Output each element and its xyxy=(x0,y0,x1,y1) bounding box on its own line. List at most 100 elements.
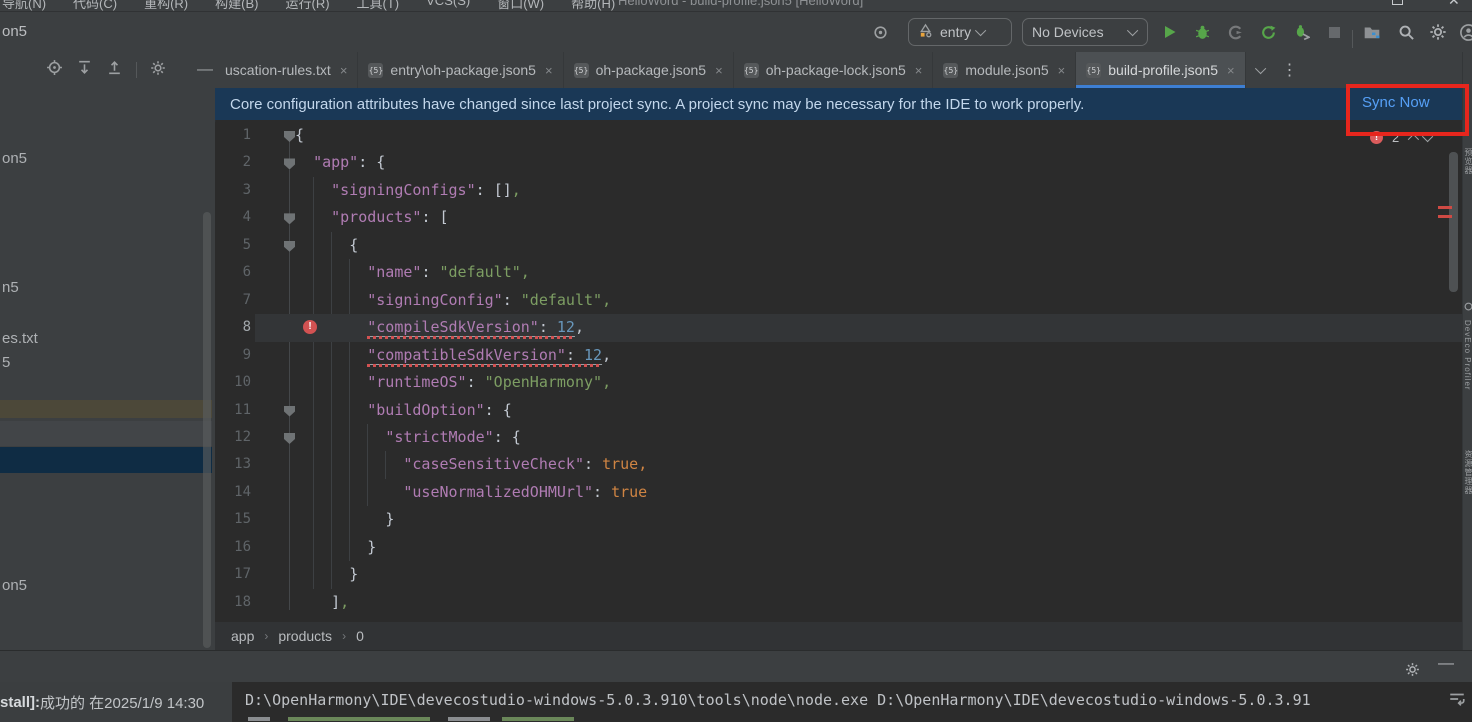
tab-close-icon[interactable]: × xyxy=(915,63,923,78)
code-line[interactable]: 8! "compileSdkVersion": 12, xyxy=(215,314,1462,341)
tab-close-icon[interactable]: × xyxy=(545,63,553,78)
code-line[interactable]: 15 } xyxy=(215,506,1462,533)
device-selector[interactable]: No Devices xyxy=(1022,18,1148,46)
breadcrumb-item[interactable]: products xyxy=(278,628,332,644)
error-stripe-mark[interactable] xyxy=(1438,215,1452,218)
code-line[interactable]: 2 "app": { xyxy=(215,149,1462,176)
ide-settings-target-icon[interactable] xyxy=(870,22,890,42)
code-line[interactable]: 7 "signingConfig": "default", xyxy=(215,287,1462,314)
menu-item[interactable]: 窗口(W) xyxy=(497,0,544,12)
editor-tab[interactable]: {5}oh-package-lock.json5× xyxy=(734,52,934,88)
code-line[interactable]: 10 "runtimeOS": "OpenHarmony", xyxy=(215,369,1462,396)
tree-item-fragment[interactable]: on5 xyxy=(2,150,27,167)
editor-tab[interactable]: {5}module.json5× xyxy=(933,52,1076,88)
project-panel-scrollbar[interactable] xyxy=(203,212,211,648)
menu-item[interactable]: 重构(R) xyxy=(144,0,188,12)
locate-file-icon[interactable] xyxy=(46,59,63,81)
code-line[interactable]: 11 "buildOption": { xyxy=(215,397,1462,424)
debug-button[interactable] xyxy=(1192,22,1212,42)
code-line[interactable]: 18 ], xyxy=(215,589,1462,616)
fold-expand-marker-icon[interactable] xyxy=(284,131,295,142)
tool-stripe-icon[interactable] xyxy=(1464,302,1472,311)
menu-item[interactable]: 工具(T) xyxy=(357,0,400,12)
tree-item-fragment[interactable]: n5 xyxy=(2,279,19,296)
module-selector[interactable]: entry xyxy=(908,18,1012,46)
tree-row-selected[interactable] xyxy=(0,447,212,473)
breadcrumb-item[interactable]: 0 xyxy=(356,628,364,644)
editor-tab[interactable]: uscation-rules.txt× xyxy=(215,52,358,88)
editor-tab[interactable]: {5}oh-package.json5× xyxy=(564,52,734,88)
tool-stripe-label[interactable]: DevEco Profiler xyxy=(1463,320,1472,391)
code-line[interactable]: 5 { xyxy=(215,232,1462,259)
error-highlighted-code: 12 xyxy=(584,346,602,364)
run-process-item[interactable]: stall]: 成功的 在2025/1/9 14:30 xyxy=(0,682,232,722)
next-error-icon[interactable] xyxy=(1422,130,1433,141)
menu-item[interactable]: 运行(R) xyxy=(285,0,329,12)
editor-tab[interactable]: {5}entry\oh-package.json5× xyxy=(358,52,563,88)
close-button[interactable]: ✕ xyxy=(1448,0,1460,9)
editor-scrollbar[interactable] xyxy=(1449,152,1458,292)
code-segment: } xyxy=(349,565,358,583)
tree-item-fragment[interactable]: on5 xyxy=(2,577,27,594)
run-item-text: 成功的 在2025/1/9 14:30 xyxy=(40,692,204,713)
tool-stripe-label[interactable]: 资源管理器 xyxy=(1463,450,1472,495)
fold-expand-marker-icon[interactable] xyxy=(284,158,295,169)
code-editor[interactable]: 1{2 "app": {3 "signingConfigs": [],4 "pr… xyxy=(215,122,1462,622)
fold-expand-marker-icon[interactable] xyxy=(284,406,295,417)
tabs-kebab-menu-icon[interactable]: ⋮ xyxy=(1282,60,1298,80)
tab-close-icon[interactable]: × xyxy=(715,63,723,78)
breadcrumb-item[interactable]: app xyxy=(231,628,254,644)
maximize-button[interactable] xyxy=(1392,0,1403,5)
code-line[interactable]: 13 "caseSensitiveCheck": true, xyxy=(215,451,1462,478)
tab-close-icon[interactable]: × xyxy=(1058,63,1066,78)
code-line[interactable]: 3 "signingConfigs": [], xyxy=(215,177,1462,204)
panel-settings-gear-icon[interactable] xyxy=(150,60,166,81)
tree-row-highlight-gray[interactable] xyxy=(0,421,212,446)
menu-item[interactable]: 构建(B) xyxy=(215,0,258,12)
soft-wrap-icon[interactable] xyxy=(1448,690,1466,708)
menu-item[interactable]: 代码(C) xyxy=(73,0,117,12)
menu-item[interactable]: 导航(N) xyxy=(2,0,46,12)
tabs-dropdown-icon[interactable] xyxy=(1255,63,1266,74)
collapse-all-icon[interactable] xyxy=(106,59,123,81)
menu-item[interactable]: 帮助(H) xyxy=(571,0,615,12)
run-button[interactable] xyxy=(1160,22,1180,42)
tree-item-fragment[interactable]: es.txt xyxy=(2,330,38,347)
line-number: 18 xyxy=(223,589,251,616)
tree-row-highlight-olive[interactable] xyxy=(0,400,212,418)
error-stripe-mark[interactable] xyxy=(1438,206,1452,209)
code-line[interactable]: 16 } xyxy=(215,534,1462,561)
menu-item[interactable]: VCS(S) xyxy=(426,0,470,12)
minimize-panel-icon[interactable]: — xyxy=(1438,655,1454,673)
settings-gear-icon[interactable] xyxy=(1428,22,1448,42)
tab-close-icon[interactable]: × xyxy=(1227,63,1235,78)
sync-now-link[interactable]: Sync Now xyxy=(1362,94,1430,111)
code-segment: [] xyxy=(494,181,512,199)
fold-expand-marker-icon[interactable] xyxy=(284,213,295,224)
code-line[interactable]: 12 "strictMode": { xyxy=(215,424,1462,451)
expand-all-icon[interactable] xyxy=(76,59,93,81)
run-panel-settings-gear-icon[interactable] xyxy=(1402,659,1422,679)
tool-stripe-label[interactable]: 预览器 xyxy=(1463,148,1472,175)
fold-expand-marker-icon[interactable] xyxy=(284,433,295,444)
fold-expand-marker-icon[interactable] xyxy=(284,241,295,252)
hide-panel-icon[interactable]: — xyxy=(197,61,213,79)
attach-debugger-icon[interactable] xyxy=(1291,22,1311,42)
inspection-widget[interactable]: ! 2 xyxy=(1370,130,1433,145)
search-everywhere-icon[interactable] xyxy=(1396,22,1416,42)
code-line[interactable]: 6 "name": "default", xyxy=(215,259,1462,286)
code-line[interactable]: 9 "compatibleSdkVersion": 12, xyxy=(215,342,1462,369)
account-avatar-icon[interactable] xyxy=(1458,22,1472,42)
run-with-coverage-icon[interactable] xyxy=(1225,22,1245,42)
previous-error-icon[interactable] xyxy=(1408,133,1419,144)
device-manager-icon[interactable] xyxy=(1362,22,1382,42)
code-segment: : xyxy=(584,455,602,473)
code-line[interactable]: 4 "products": [ xyxy=(215,204,1462,231)
code-line[interactable]: 1{ xyxy=(215,122,1462,149)
code-line[interactable]: 17 } xyxy=(215,561,1462,588)
tree-item-fragment[interactable]: 5 xyxy=(2,354,10,371)
code-line[interactable]: 14 "useNormalizedOHMUrl": true xyxy=(215,479,1462,506)
editor-tab[interactable]: {5}build-profile.json5× xyxy=(1076,52,1245,88)
rerun-button[interactable] xyxy=(1258,22,1278,42)
tab-close-icon[interactable]: × xyxy=(340,63,348,78)
